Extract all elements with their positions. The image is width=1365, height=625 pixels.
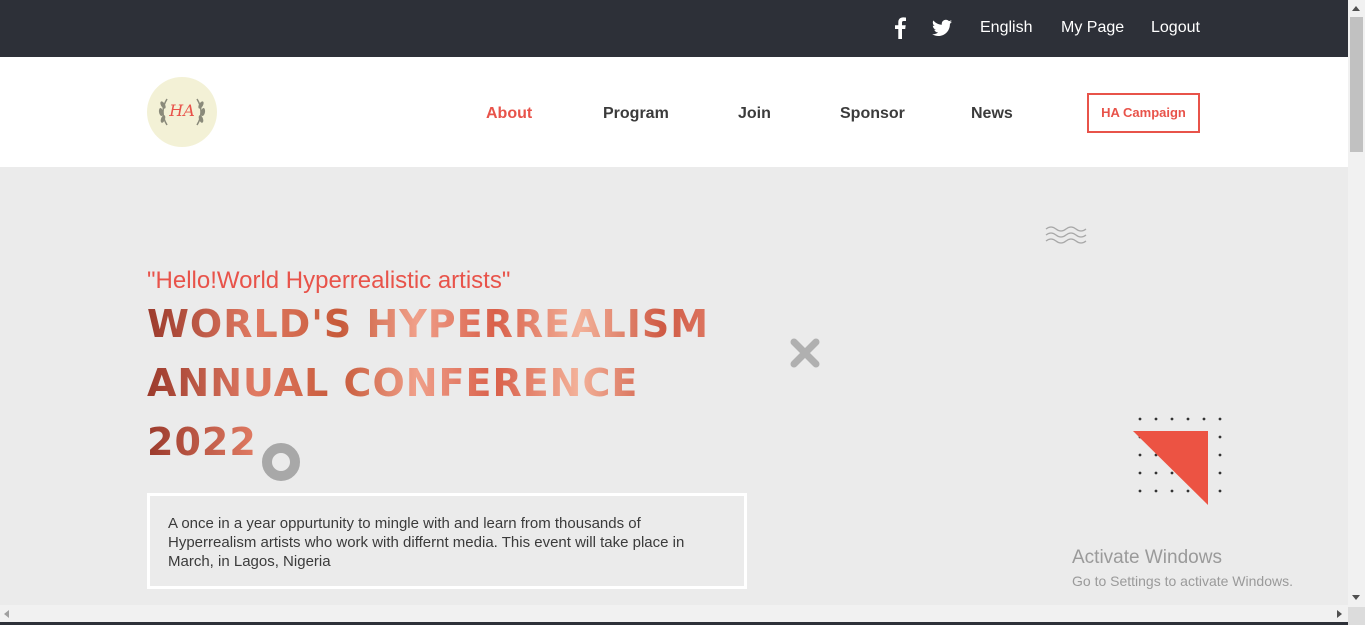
logout-link[interactable]: Logout (1151, 18, 1200, 38)
nav-news[interactable]: News (971, 104, 1013, 124)
x-decoration-icon (790, 338, 820, 368)
vertical-scrollbar[interactable] (1348, 0, 1365, 607)
logo-text: HA (169, 101, 195, 120)
activate-subtitle: Go to Settings to activate Windows. (1072, 573, 1293, 589)
hero-description: A once in a year oppurtunity to mingle w… (147, 493, 747, 589)
main-header: HA About Program Join Sponsor News HA Ca… (0, 57, 1348, 167)
scroll-left-icon[interactable] (4, 610, 9, 618)
headline-line-2: ANNUAL CONFERENCE (147, 361, 639, 405)
ha-campaign-button[interactable]: HA Campaign (1087, 93, 1200, 133)
site-logo[interactable]: HA (147, 77, 217, 147)
ring-decoration (262, 443, 300, 481)
headline-line-1: WORLD'S HYPERREALISM (147, 302, 710, 346)
activate-windows-watermark: Activate Windows Go to Settings to activ… (1072, 547, 1293, 591)
facebook-icon[interactable] (893, 17, 907, 39)
my-page-link[interactable]: My Page (1061, 18, 1124, 38)
nav-program[interactable]: Program (603, 104, 669, 124)
triangle-dots-decoration-icon (1133, 417, 1222, 505)
headline-line-3: 2022 (147, 420, 257, 464)
horizontal-scrollbar[interactable] (0, 605, 1348, 622)
scrollbar-thumb[interactable] (1350, 17, 1363, 152)
twitter-icon[interactable] (932, 19, 952, 37)
scroll-down-icon[interactable] (1352, 595, 1360, 600)
language-link[interactable]: English (980, 18, 1032, 38)
scroll-right-icon[interactable] (1337, 610, 1342, 618)
activate-title: Activate Windows (1072, 547, 1222, 568)
nav-about[interactable]: About (486, 104, 532, 124)
scroll-up-icon[interactable] (1352, 6, 1360, 11)
scrollbar-corner (1348, 607, 1365, 625)
hero-subtitle: "Hello!World Hyperrealistic artists" (147, 267, 511, 294)
page: English My Page Logout HA About Program … (0, 0, 1365, 625)
nav-sponsor[interactable]: Sponsor (840, 104, 905, 124)
waves-decoration-icon (1045, 226, 1087, 244)
hero-section: "Hello!World Hyperrealistic artists" WOR… (0, 167, 1348, 605)
top-bar: English My Page Logout (0, 0, 1348, 57)
hero-headline: WORLD'S HYPERREALISM ANNUAL CONFERENCE 2… (147, 295, 747, 472)
nav-join[interactable]: Join (738, 104, 771, 124)
